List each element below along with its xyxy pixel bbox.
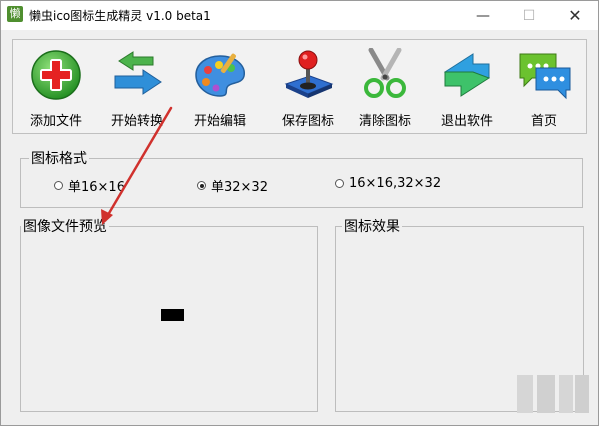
clear-icon-button[interactable]: 清除图标 <box>348 47 422 129</box>
start-edit-label: 开始编辑 <box>193 114 246 129</box>
maximize-button[interactable]: ☐ <box>506 1 552 30</box>
clear-icon-label: 清除图标 <box>358 114 411 129</box>
radio-16-and-32[interactable]: 16×16,32×32 <box>335 176 441 191</box>
radio-indicator <box>54 181 63 190</box>
radio-indicator-selected <box>197 181 206 190</box>
icon-format-group: 图标格式 单16×16 单32×32 16×16,32×32 <box>20 148 583 208</box>
preview-image <box>161 309 184 321</box>
icon-format-title: 图标格式 <box>29 148 89 168</box>
start-convert-label: 开始转换 <box>110 114 163 129</box>
add-file-label: 添加文件 <box>29 114 82 129</box>
home-button[interactable]: 首页 <box>507 48 581 129</box>
radio-label: 单16×16 <box>68 180 125 195</box>
add-file-button[interactable]: 添加文件 <box>19 48 93 129</box>
start-edit-button[interactable]: 开始编辑 <box>183 48 257 129</box>
convert-arrows-icon <box>114 51 162 95</box>
home-label: 首页 <box>530 114 557 129</box>
exit-arrow-icon <box>443 53 491 97</box>
close-button[interactable]: ✕ <box>552 1 598 30</box>
radio-single-32[interactable]: 单32×32 <box>197 176 268 195</box>
watermark-logo <box>517 375 589 413</box>
radio-label: 单32×32 <box>211 180 268 195</box>
toolbar: 添加文件 开始转换 开始编辑 保存图标 清除图标 退出软件 首页 <box>12 39 587 134</box>
app-icon: 懒 <box>7 6 23 22</box>
save-icon-label: 保存图标 <box>281 114 334 129</box>
exit-software-label: 退出软件 <box>440 114 493 129</box>
title-bar[interactable]: 懒 懒虫ico图标生成精灵 v1.0 beta1 — ☐ ✕ <box>1 1 598 30</box>
icon-effect-title: 图标效果 <box>342 216 402 236</box>
exit-software-button[interactable]: 退出软件 <box>430 48 504 129</box>
palette-icon <box>195 53 245 97</box>
minimize-button[interactable]: — <box>460 1 506 30</box>
start-convert-button[interactable]: 开始转换 <box>100 48 174 129</box>
radio-label: 16×16,32×32 <box>349 176 442 191</box>
window-title: 懒虫ico图标生成精灵 v1.0 beta1 <box>29 9 211 23</box>
radio-indicator <box>335 179 344 188</box>
image-preview-title: 图像文件预览 <box>21 216 109 236</box>
save-icon-button[interactable]: 保存图标 <box>271 48 345 129</box>
scissors-icon <box>364 47 406 98</box>
joystick-icon <box>284 50 334 98</box>
app-window: 懒 懒虫ico图标生成精灵 v1.0 beta1 — ☐ ✕ 添加文件 开始转换 <box>0 0 599 426</box>
add-file-icon <box>31 50 81 100</box>
radio-single-16[interactable]: 单16×16 <box>54 176 125 195</box>
chat-bubbles-icon <box>519 53 571 100</box>
